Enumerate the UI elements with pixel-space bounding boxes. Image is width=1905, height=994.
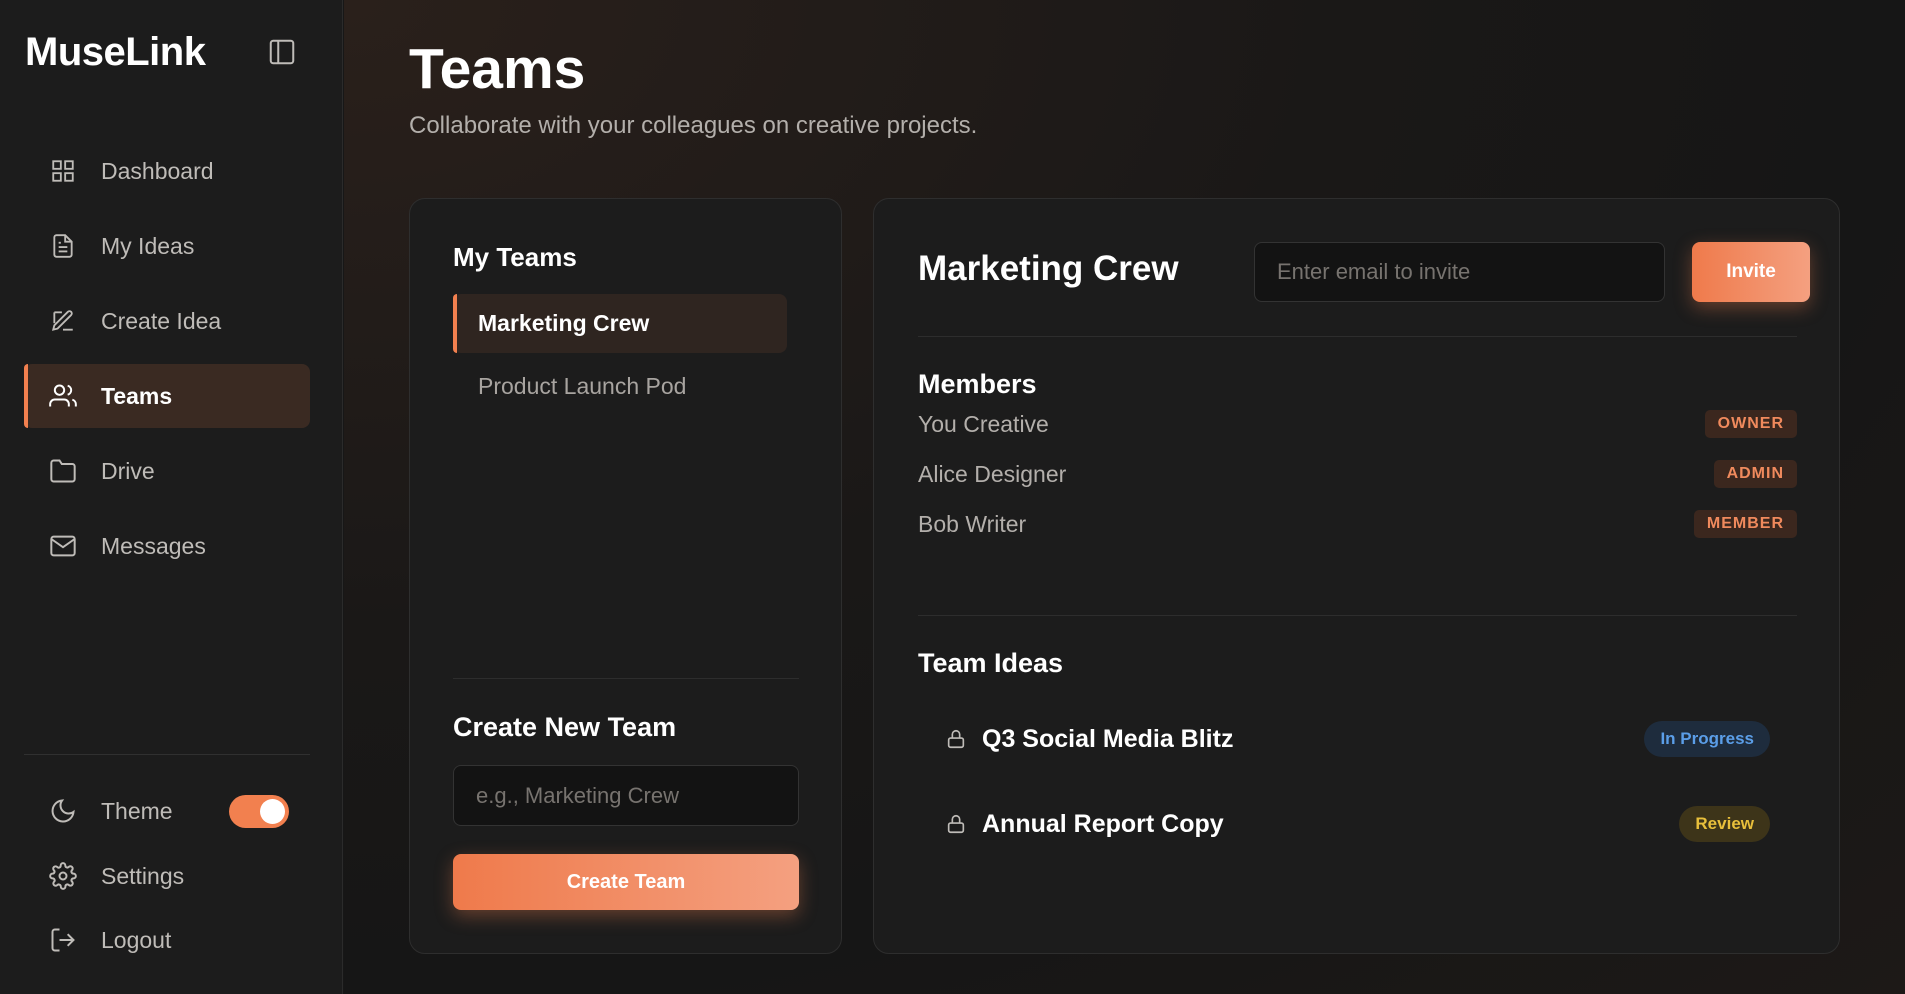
edit-icon: [48, 306, 78, 336]
logout-label: Logout: [101, 926, 172, 953]
folder-icon: [48, 456, 78, 486]
my-teams-panel: My Teams Marketing Crew Product Launch P…: [409, 198, 842, 954]
mail-icon: [48, 531, 78, 561]
sidebar-nav: Dashboard My Ideas Create Idea Teams Dri…: [24, 139, 310, 589]
sidebar-item-label: Create Idea: [101, 307, 222, 334]
idea-title: Q3 Social Media Blitz: [982, 724, 1234, 753]
role-badge: ADMIN: [1713, 460, 1797, 488]
members-divider: [918, 615, 1797, 616]
theme-row: Theme: [48, 796, 173, 826]
members-heading: Members: [918, 369, 1037, 399]
status-badge: In Progress: [1644, 721, 1770, 757]
member-row: Bob Writer MEMBER: [918, 509, 1797, 539]
team-name-heading: Marketing Crew: [918, 249, 1179, 288]
team-detail-panel: Marketing Crew Invite Members You Creati…: [873, 198, 1840, 954]
document-icon: [48, 231, 78, 261]
sidebar-item-label: Messages: [101, 532, 206, 559]
grid-icon: [48, 156, 78, 186]
team-item-label: Marketing Crew: [478, 310, 650, 336]
sidebar-item-my-ideas[interactable]: My Ideas: [24, 214, 310, 278]
idea-row-q3-social-media-blitz[interactable]: Q3 Social Media Blitz In Progress: [944, 717, 1770, 761]
member-name: Alice Designer: [918, 460, 1067, 487]
theme-label: Theme: [101, 797, 173, 824]
create-team-heading: Create New Team: [453, 712, 677, 742]
member-name: You Creative: [918, 410, 1049, 437]
sidebar-item-label: Dashboard: [101, 157, 214, 184]
sidebar-item-messages[interactable]: Messages: [24, 514, 310, 578]
sidebar-divider: [24, 754, 310, 755]
lock-icon: [944, 727, 968, 751]
my-teams-heading: My Teams: [453, 242, 577, 272]
team-item-product-launch-pod[interactable]: Product Launch Pod: [453, 357, 787, 416]
team-name-input[interactable]: [453, 765, 799, 826]
lock-icon: [944, 812, 968, 836]
status-badge: Review: [1679, 806, 1770, 842]
sidebar-panel-icon: [269, 39, 295, 65]
sidebar-item-label: My Ideas: [101, 232, 195, 259]
gear-icon: [48, 861, 78, 891]
invite-button[interactable]: Invite: [1692, 242, 1810, 302]
sidebar-item-create-idea[interactable]: Create Idea: [24, 289, 310, 353]
idea-row-annual-report-copy[interactable]: Annual Report Copy Review: [944, 802, 1770, 846]
logout-icon: [48, 925, 78, 955]
sidebar-item-drive[interactable]: Drive: [24, 439, 310, 503]
settings-label: Settings: [101, 862, 185, 889]
sidebar-item-label: Drive: [101, 457, 155, 484]
settings-link[interactable]: Settings: [48, 861, 184, 891]
invite-email-input[interactable]: [1254, 242, 1665, 302]
main-content: Teams Collaborate with your colleagues o…: [344, 0, 1905, 994]
toggle-knob: [260, 799, 285, 824]
team-item-label: Product Launch Pod: [478, 373, 687, 399]
role-badge: MEMBER: [1693, 510, 1797, 538]
header-divider: [918, 336, 1797, 337]
panel-divider: [453, 678, 799, 679]
sidebar-toggle-button[interactable]: [266, 36, 298, 68]
member-row: Alice Designer ADMIN: [918, 459, 1797, 489]
idea-title: Annual Report Copy: [982, 809, 1224, 838]
sidebar-item-label: Teams: [101, 382, 173, 409]
logout-link[interactable]: Logout: [48, 925, 171, 955]
role-badge: OWNER: [1704, 410, 1797, 438]
member-row: You Creative OWNER: [918, 409, 1797, 439]
team-item-marketing-crew[interactable]: Marketing Crew: [453, 294, 787, 353]
team-ideas-heading: Team Ideas: [918, 648, 1064, 678]
page-title: Teams: [409, 37, 586, 101]
page-subtitle: Collaborate with your colleagues on crea…: [409, 112, 978, 139]
sidebar-item-teams[interactable]: Teams: [24, 364, 310, 428]
sidebar-item-dashboard[interactable]: Dashboard: [24, 139, 310, 203]
sidebar: MuseLink Dashboard My Ideas Create Idea: [0, 0, 343, 994]
member-name: Bob Writer: [918, 510, 1027, 537]
moon-icon: [48, 796, 78, 826]
theme-toggle[interactable]: [229, 795, 289, 828]
users-icon: [48, 381, 78, 411]
create-team-button[interactable]: Create Team: [453, 854, 799, 910]
app-logo: MuseLink: [25, 30, 206, 74]
